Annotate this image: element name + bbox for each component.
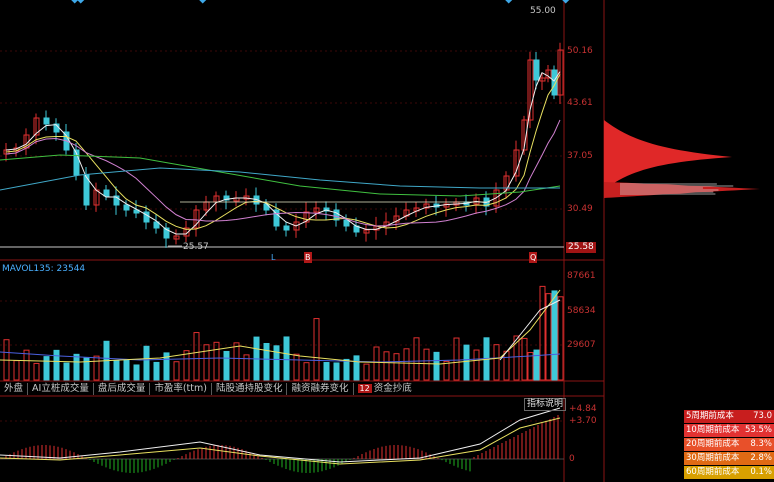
cost-row: 5周期前成本 73.0 xyxy=(684,410,774,424)
volume-bar xyxy=(540,286,545,380)
volume-bar xyxy=(144,346,149,380)
volume-bar xyxy=(434,352,439,380)
tab-bottom-fishing[interactable]: 12 资金抄底 xyxy=(354,383,416,395)
volume-bar xyxy=(464,345,469,380)
cost-row: 60周期前成本 0.1% xyxy=(684,466,774,480)
cost-row: 30周期前成本 2.8% xyxy=(684,452,774,466)
volume-axis-label: 58634 xyxy=(567,306,596,317)
volume-bar xyxy=(154,362,159,380)
indicator-axis-label: +3.70 xyxy=(569,416,597,427)
volume-bar xyxy=(24,350,29,380)
indicator-axis-label: +4.84 xyxy=(569,404,597,415)
event-diamond-icon xyxy=(77,0,84,4)
marker-b: B xyxy=(304,252,312,263)
chart-canvas[interactable] xyxy=(0,0,774,482)
volume-bar xyxy=(114,361,119,380)
volume-bar xyxy=(284,337,289,380)
volume-bar xyxy=(264,343,269,380)
volume-bar xyxy=(504,351,509,380)
volume-bar xyxy=(234,343,239,380)
volume-axis-label: 87661 xyxy=(567,271,596,282)
volume-bar xyxy=(522,338,527,380)
volume-bar xyxy=(528,353,533,380)
tab-pe-ttm[interactable]: 市盈率(ttm) xyxy=(150,383,212,395)
candle-body xyxy=(534,60,539,80)
price-label: 50.16 xyxy=(567,46,593,57)
tab-ai-volume[interactable]: AI立桩成交量 xyxy=(28,383,94,395)
price-label: 43.61 xyxy=(567,98,593,109)
cost-row: 20周期前成本 8.3% xyxy=(684,438,774,452)
volume-bar xyxy=(558,297,563,380)
candle-body xyxy=(44,118,49,124)
tab-margin[interactable]: 融资融券变化 xyxy=(287,383,353,395)
volume-bar xyxy=(424,349,429,380)
volume-bar xyxy=(324,363,329,380)
low-price-marker: 25.57 xyxy=(183,242,209,253)
volume-bar xyxy=(474,350,479,380)
volume-bar xyxy=(404,349,409,380)
volume-bar xyxy=(344,359,349,380)
current-price-label: 25.58 xyxy=(566,242,596,253)
volume-bar xyxy=(204,345,209,380)
candle-body xyxy=(284,226,289,230)
chip-profile-upper xyxy=(604,120,732,190)
volume-bar xyxy=(294,354,299,380)
event-diamond-icon xyxy=(199,0,206,4)
volume-bar xyxy=(34,363,39,380)
volume-bar xyxy=(552,291,557,380)
volume-bar xyxy=(194,333,199,380)
volume-bar xyxy=(534,350,539,380)
event-diamond-icon xyxy=(71,0,78,4)
volume-bar xyxy=(494,345,499,380)
volume-bar xyxy=(44,357,49,380)
volume-bar xyxy=(224,351,229,380)
volume-bar xyxy=(354,356,359,380)
volume-bar xyxy=(314,319,319,380)
marker-l: L xyxy=(271,252,275,263)
cost-legend: 5周期前成本 73.0 10周期前成本 53.5% 20周期前成本 8.3% 30周期… xyxy=(684,410,774,480)
volume-bar xyxy=(64,363,69,380)
candle-body xyxy=(104,190,109,196)
volume-bar xyxy=(304,363,309,380)
indicator-tabs: 外盘 AI立桩成交量 盘后成交量 市盈率(ttm) 陆股通持股变化 融资融券变化… xyxy=(0,382,416,396)
price-label: 55.00 xyxy=(530,6,556,17)
price-label: 37.05 xyxy=(567,151,593,162)
volume-bar xyxy=(274,346,279,380)
volume-bar xyxy=(394,354,399,380)
volume-bar xyxy=(374,347,379,380)
ma20-line xyxy=(6,120,560,226)
volume-bar xyxy=(334,363,339,380)
indicator-help-button[interactable]: 指标说明 xyxy=(524,398,566,411)
ma10-line xyxy=(6,74,560,229)
volume-bar xyxy=(54,350,59,380)
volume-bar xyxy=(444,361,449,380)
indicator-line xyxy=(0,408,560,462)
volume-title: MAVOL135: 23544 xyxy=(2,264,85,275)
volume-bar xyxy=(184,351,189,380)
marker-q: Q xyxy=(529,252,537,263)
tab-after-hours[interactable]: 盘后成交量 xyxy=(94,383,151,395)
volume-bar xyxy=(134,365,139,380)
event-diamond-icon xyxy=(505,0,512,4)
event-diamond-icon xyxy=(562,0,569,4)
volume-bar xyxy=(454,338,459,380)
volume-bar xyxy=(94,356,99,380)
tab-outer[interactable]: 外盘 xyxy=(0,383,28,395)
volume-bar xyxy=(74,354,79,380)
cost-row: 10周期前成本 53.5% xyxy=(684,424,774,438)
ma5-line xyxy=(6,72,560,234)
volume-bar xyxy=(414,338,419,380)
volume-bar xyxy=(214,342,219,380)
volume-axis-label: 29607 xyxy=(567,340,596,351)
volume-bar xyxy=(124,360,129,380)
price-label: 30.49 xyxy=(567,204,593,215)
volume-bar xyxy=(364,364,369,380)
tab-northbound[interactable]: 陆股通持股变化 xyxy=(212,383,288,395)
volume-bar xyxy=(14,361,19,380)
volume-bar xyxy=(384,352,389,380)
volume-bar xyxy=(174,362,179,380)
indicator-axis-label: 0 xyxy=(569,454,575,465)
candle-body xyxy=(124,205,129,210)
